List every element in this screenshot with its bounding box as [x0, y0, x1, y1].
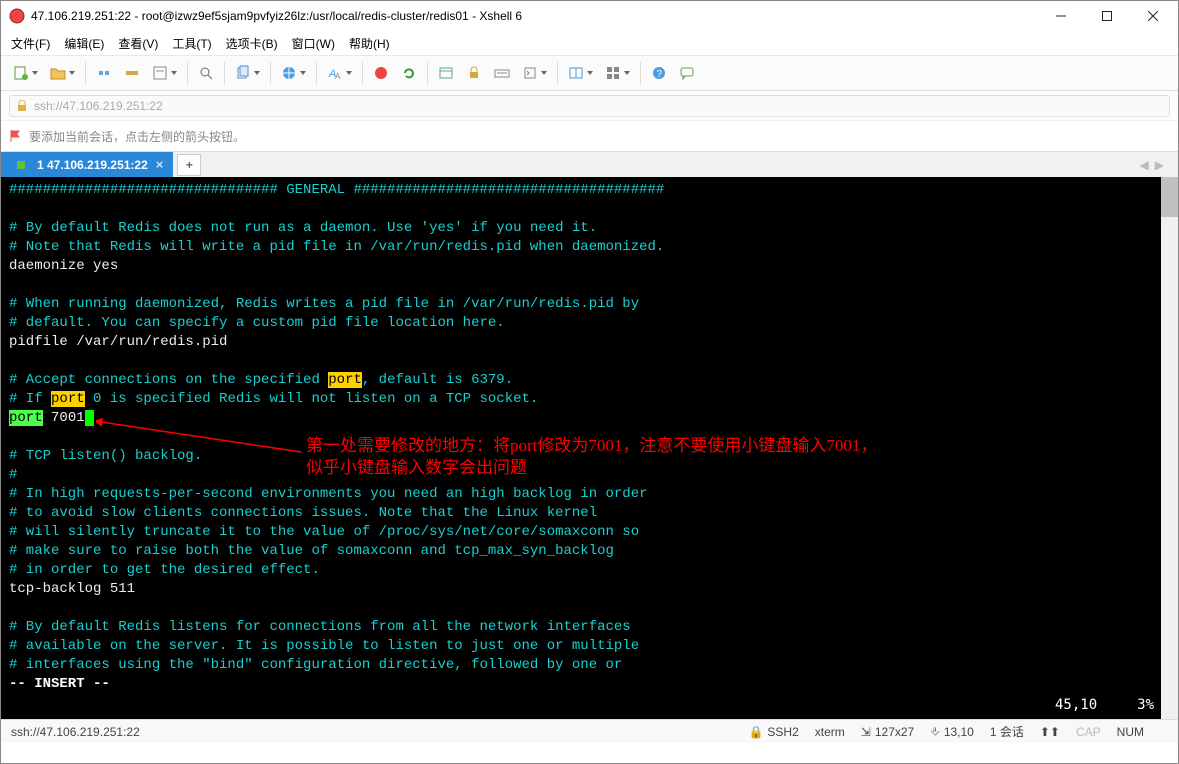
menu-window[interactable]: 窗口(W) [292, 35, 335, 52]
properties-icon[interactable] [148, 60, 181, 86]
flag-icon[interactable] [9, 129, 23, 143]
copy-icon[interactable] [231, 60, 264, 86]
terminal-line: tcp-backlog 511 [9, 580, 1170, 599]
status-size: ⇲127x27 [861, 725, 914, 739]
terminal-line: # make sure to raise both the value of s… [9, 542, 1170, 561]
search-icon[interactable] [194, 60, 218, 86]
status-dot-icon [17, 161, 25, 169]
green-refresh-icon[interactable] [397, 60, 421, 86]
status-term: xterm [815, 725, 845, 739]
red-circle-icon[interactable] [369, 60, 393, 86]
status-address: ssh://47.106.219.251:22 [11, 725, 732, 739]
terminal-line: daemonize yes [9, 257, 1170, 276]
chat-icon[interactable] [675, 60, 699, 86]
terminal-line: pidfile /var/run/redis.pid [9, 333, 1170, 352]
menubar: 文件(F) 编辑(E) 查看(V) 工具(T) 选项卡(B) 窗口(W) 帮助(… [1, 31, 1178, 55]
titlebar: 47.106.219.251:22 - root@izwz9ef5sjam9pv… [1, 1, 1178, 31]
annotation-text: 第一处需要修改的地方：将port修改为7001，注意不要使用小键盘输入7001，… [306, 435, 877, 479]
menu-help[interactable]: 帮助(H) [349, 35, 390, 52]
terminal-line: # By default Redis does not run as a dae… [9, 219, 1170, 238]
session-tab[interactable]: 1 47.106.219.251:22 × [1, 152, 173, 178]
terminal-line: # will silently truncate it to the value… [9, 523, 1170, 542]
disconnect-icon[interactable] [92, 60, 116, 86]
status-connect-icon: ⬆⬆ [1040, 725, 1060, 739]
scrollbar[interactable] [1161, 177, 1178, 719]
script-icon[interactable] [518, 60, 551, 86]
tab-label: 1 47.106.219.251:22 [37, 158, 148, 172]
status-cursor: ⎀13,10 [930, 724, 974, 739]
menu-tools[interactable]: 工具(T) [172, 35, 211, 52]
lock-icon[interactable] [462, 60, 486, 86]
font-icon[interactable]: AA [323, 60, 356, 86]
menu-tabs[interactable]: 选项卡(B) [226, 35, 278, 52]
status-cap: CAP [1076, 725, 1101, 739]
terminal-line: # Note that Redis will write a pid file … [9, 238, 1170, 257]
globe-icon[interactable] [277, 60, 310, 86]
address-input[interactable]: ssh://47.106.219.251:22 [9, 95, 1170, 117]
terminal-line: # interfaces using the "bind" configurat… [9, 656, 1170, 675]
menu-edit[interactable]: 编辑(E) [64, 35, 104, 52]
scroll-thumb[interactable] [1161, 177, 1178, 217]
close-button[interactable] [1130, 1, 1176, 31]
terminal-line: ################################ GENERAL… [9, 181, 1170, 200]
lock-small-icon [16, 100, 28, 112]
statusbar: ssh://47.106.219.251:22 🔒SSH2 xterm ⇲127… [1, 719, 1178, 743]
maximize-button[interactable] [1084, 1, 1130, 31]
keyboard-icon[interactable] [490, 60, 514, 86]
address-text: ssh://47.106.219.251:22 [34, 99, 163, 113]
terminal-line: # to avoid slow clients connections issu… [9, 504, 1170, 523]
terminal-line: # Accept connections on the specified po… [9, 371, 1170, 390]
menu-file[interactable]: 文件(F) [11, 35, 50, 52]
infobar-text: 要添加当前会话，点击左侧的箭头按钮。 [29, 128, 245, 145]
menu-view[interactable]: 查看(V) [118, 35, 158, 52]
window-icon[interactable] [434, 60, 458, 86]
svg-text:A: A [335, 72, 341, 81]
terminal-line: # By default Redis listens for connectio… [9, 618, 1170, 637]
annotation-arrow [96, 417, 306, 457]
tab-next-icon[interactable]: ▶ [1155, 158, 1164, 172]
terminal-line: # default. You can specify a custom pid … [9, 314, 1170, 333]
status-ssh: 🔒SSH2 [748, 725, 798, 739]
tab-close-icon[interactable]: × [156, 157, 164, 172]
terminal-line: # In high requests-per-second environmen… [9, 485, 1170, 504]
layout-icon[interactable] [564, 60, 597, 86]
terminal-line: # If port 0 is specified Redis will not … [9, 390, 1170, 409]
add-tab-button[interactable]: + [177, 154, 201, 176]
tab-prev-icon[interactable]: ◀ [1140, 158, 1149, 172]
app-icon [9, 8, 25, 24]
terminal-line: # When running daemonized, Redis writes … [9, 295, 1170, 314]
tabbar: 1 47.106.219.251:22 × + ◀ ▶ [1, 151, 1178, 177]
toolbar: AA ? [1, 55, 1178, 91]
new-session-icon[interactable] [9, 60, 42, 86]
minimize-button[interactable] [1038, 1, 1084, 31]
help-icon[interactable]: ? [647, 60, 671, 86]
vim-mode: -- INSERT -- [9, 675, 1170, 694]
vim-status: 45,10 3% [1055, 696, 1154, 715]
reconnect-icon[interactable] [120, 60, 144, 86]
infobar: 要添加当前会话，点击左侧的箭头按钮。 [1, 121, 1178, 151]
terminal-line: # in order to get the desired effect. [9, 561, 1170, 580]
cursor [85, 410, 94, 426]
open-session-icon[interactable] [46, 60, 79, 86]
terminal[interactable]: ################################ GENERAL… [1, 177, 1178, 719]
terminal-line: # available on the server. It is possibl… [9, 637, 1170, 656]
status-sessions: 1 会话 [990, 723, 1024, 740]
window-title: 47.106.219.251:22 - root@izwz9ef5sjam9pv… [31, 9, 1038, 23]
tile-icon[interactable] [601, 60, 634, 86]
status-num: NUM [1117, 725, 1144, 739]
svg-text:?: ? [657, 69, 663, 80]
addressbar: ssh://47.106.219.251:22 [1, 91, 1178, 121]
